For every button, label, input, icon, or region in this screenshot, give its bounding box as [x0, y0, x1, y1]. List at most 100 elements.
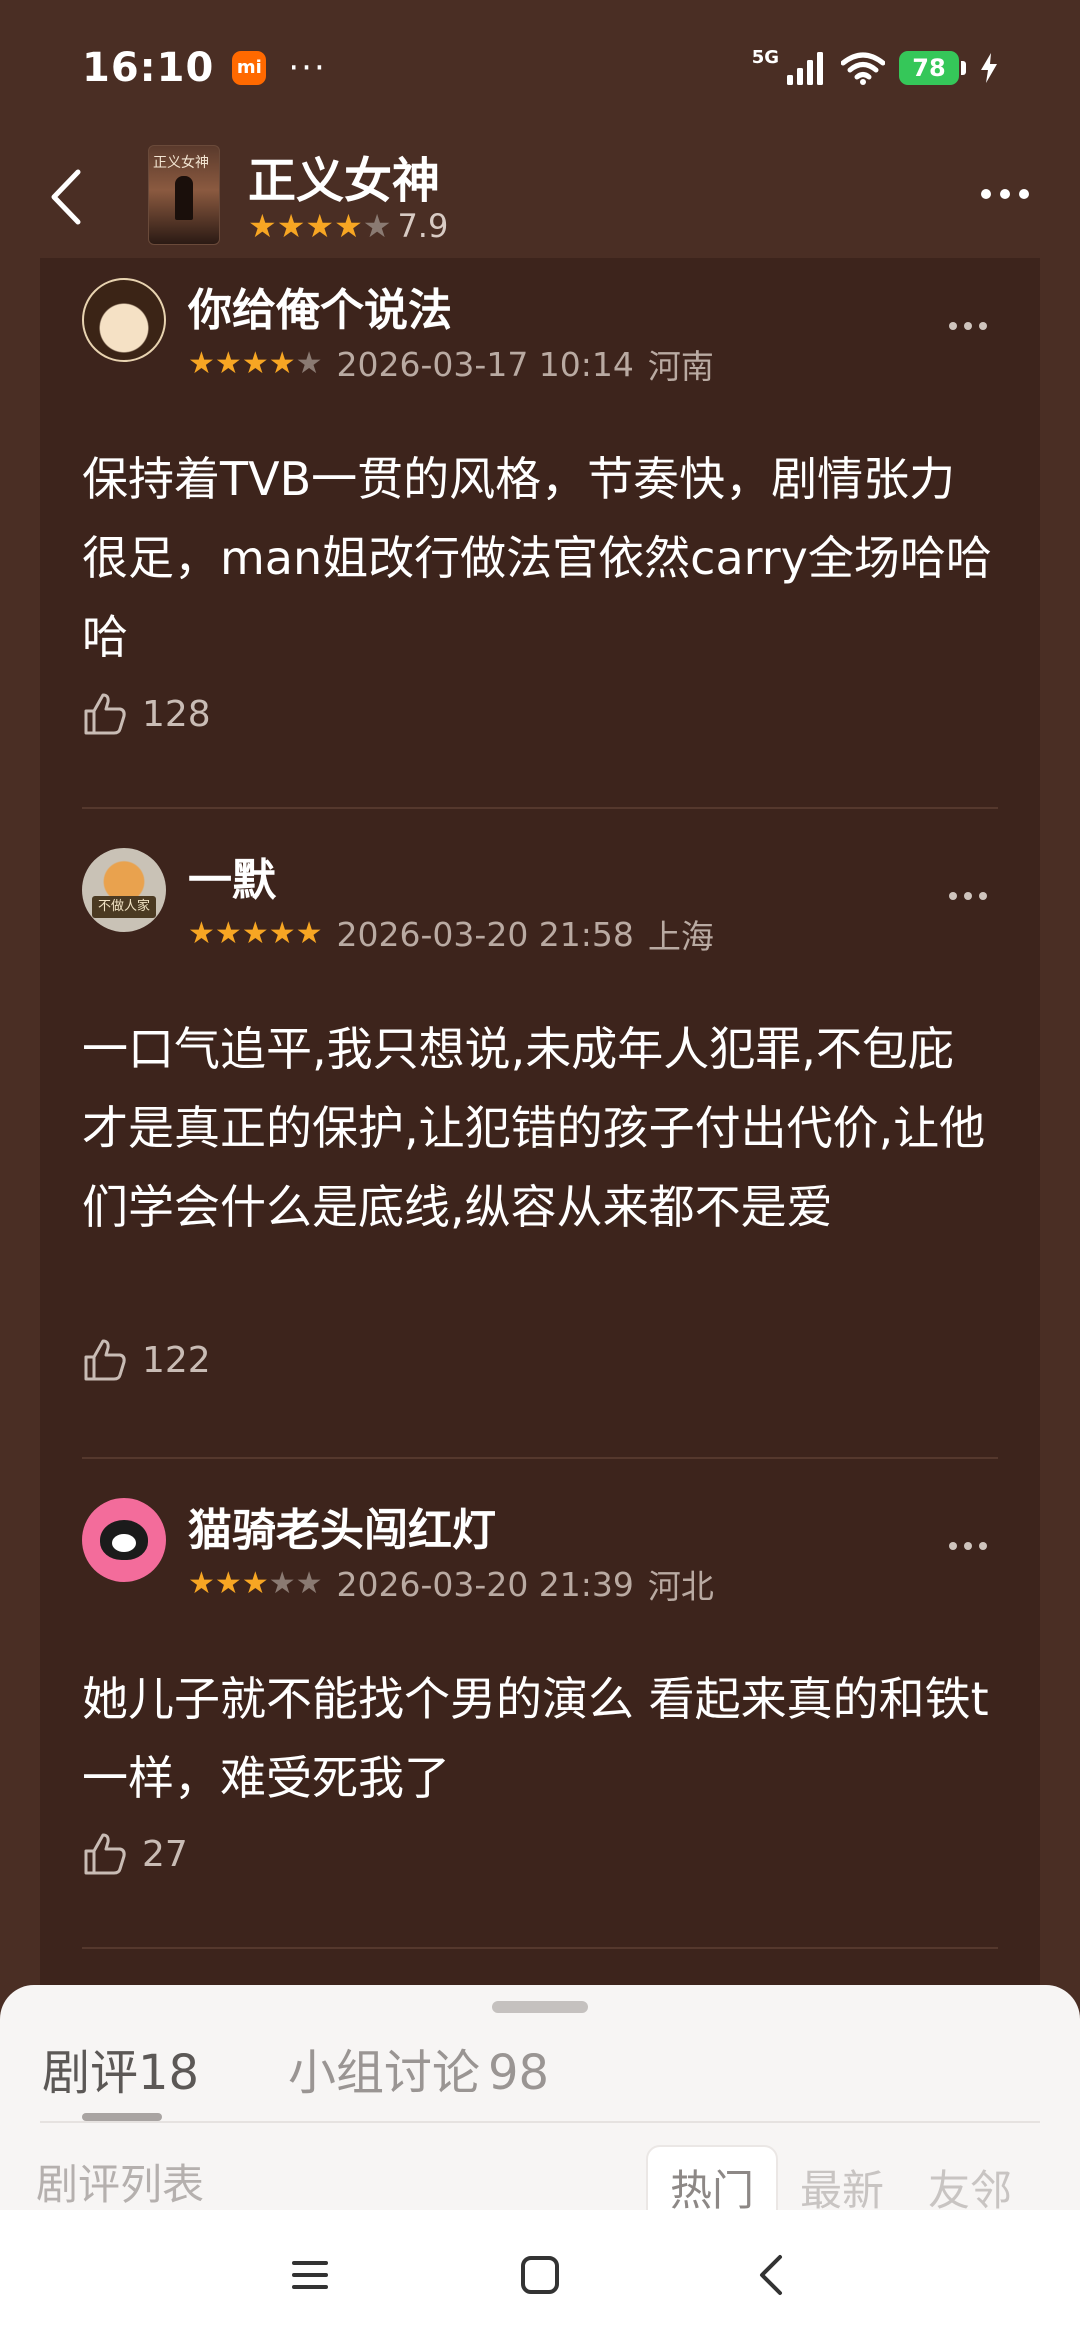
battery-cap — [961, 60, 966, 75]
thumbs-up-icon — [84, 1833, 126, 1875]
home-icon — [521, 2255, 559, 2294]
dot-icon — [1019, 189, 1029, 199]
tab-count: 98 — [488, 2045, 550, 2101]
divider — [40, 2121, 1040, 2123]
home-button[interactable] — [510, 2245, 570, 2305]
star-filled-icon: ★ — [188, 1566, 215, 1601]
like-count: 128 — [142, 693, 211, 735]
review-more-button[interactable] — [938, 1526, 998, 1566]
review-username[interactable]: 你给俺个说法 — [188, 274, 452, 338]
review-region: 河南 — [647, 347, 714, 386]
review-meta: ★ ★ ★ ★ ★ 2026-03-20 21:58 上海 — [188, 910, 714, 958]
star-filled-icon: ★ — [214, 346, 242, 381]
thumbs-up-icon — [84, 1339, 126, 1381]
review-time: 2026-03-17 10:14 — [336, 344, 634, 384]
app-header: 正义女神 正义女神 ★ ★ ★ ★ ★ 7.9 — [0, 135, 1080, 255]
review-more-button[interactable] — [938, 306, 998, 346]
star-empty-icon: ★ — [295, 1566, 323, 1601]
signal-icon — [787, 51, 823, 85]
wifi-icon — [841, 52, 885, 85]
tab-count: 18 — [138, 2045, 200, 2101]
more-notifications-indicator: ··· — [288, 47, 327, 88]
status-icons: 5G 78 — [752, 47, 998, 85]
review-region: 河北 — [647, 1567, 714, 1606]
mi-notification-icon: mi — [232, 50, 267, 85]
like-count: 27 — [142, 1833, 188, 1875]
dot-icon — [949, 1542, 957, 1550]
review-text: 一口气追平,我只想说,未成年人犯罪,不包庇才是真正的保护,让犯错的孩子付出代价,… — [82, 1022, 986, 1234]
tab-group-discussion[interactable]: 小组讨论 98 — [288, 2033, 549, 2103]
review-username[interactable]: 猫骑老头闯红灯 — [188, 1494, 496, 1558]
review-stars: ★ ★ ★ ★ ★ — [188, 349, 323, 379]
star-filled-icon: ★ — [268, 916, 296, 951]
dot-icon — [1000, 189, 1010, 199]
star-filled-icon: ★ — [248, 207, 277, 245]
charging-icon — [981, 52, 997, 83]
tab-reviews[interactable]: 剧评18 — [42, 2033, 199, 2103]
dot-icon — [949, 892, 957, 900]
review-more-button[interactable] — [938, 876, 998, 916]
star-filled-icon: ★ — [188, 346, 215, 381]
rating-score: 7.9 — [397, 207, 449, 245]
divider — [82, 1457, 998, 1459]
status-time: 16:10 — [82, 44, 215, 91]
poster-title: 正义女神 — [153, 155, 209, 171]
dot-icon — [949, 322, 957, 330]
show-rating: ★ ★ ★ ★ ★ 7.9 — [248, 207, 448, 245]
battery-level: 78 — [899, 50, 959, 85]
review-time: 2026-03-20 21:39 — [336, 1564, 634, 1604]
chevron-left-icon — [51, 169, 81, 225]
tab-label: 小组讨论 — [288, 2045, 481, 2101]
show-poster[interactable]: 正义女神 — [148, 145, 220, 245]
star-filled-icon: ★ — [241, 1566, 269, 1601]
like-button[interactable]: 27 — [82, 1831, 188, 1877]
thumbs-up-icon — [84, 693, 126, 735]
page-title: 正义女神 — [248, 153, 441, 209]
like-button[interactable]: 128 — [82, 691, 211, 737]
review-meta: ★ ★ ★ ★ ★ 2026-03-20 21:39 河北 — [188, 1560, 714, 1608]
review-list-label: 剧评列表 — [36, 2160, 205, 2209]
review-region: 上海 — [647, 917, 714, 956]
active-tab-indicator — [82, 2113, 162, 2121]
star-filled-icon: ★ — [188, 916, 215, 951]
status-bar: 16:10 mi ··· 5G 78 — [0, 0, 1080, 135]
review-stars: ★ ★ ★ ★ ★ — [188, 919, 323, 949]
review-text: 她儿子就不能找个男的演么 看起来真的和铁t一样，难受死我了 — [82, 1672, 989, 1805]
more-options-button[interactable] — [970, 169, 1040, 219]
like-count: 122 — [142, 1339, 211, 1381]
star-empty-icon: ★ — [362, 207, 392, 245]
star-filled-icon: ★ — [241, 916, 269, 951]
dot-icon — [979, 892, 987, 900]
review-username[interactable]: 一默 — [188, 844, 276, 908]
dot-icon — [979, 322, 987, 330]
cat-face — [100, 1520, 148, 1560]
like-button[interactable]: 122 — [82, 1337, 211, 1383]
star-filled-icon: ★ — [276, 207, 306, 245]
divider — [82, 807, 998, 809]
tab-label: 剧评 — [42, 2045, 139, 2101]
dot-icon — [964, 892, 972, 900]
back-button[interactable] — [30, 157, 100, 237]
review-text: 保持着TVB一贯的风格，节奏快，剧情张力很足，man姐改行做法官依然carry全… — [82, 452, 992, 664]
network-type-label: 5G — [751, 47, 779, 68]
menu-button[interactable] — [280, 2245, 340, 2305]
drag-handle[interactable] — [492, 2001, 588, 2013]
dot-icon — [964, 322, 972, 330]
system-back-button[interactable] — [740, 2245, 800, 2305]
avatar[interactable] — [82, 1498, 166, 1582]
star-filled-icon: ★ — [214, 916, 242, 951]
review-stars: ★ ★ ★ ★ ★ — [188, 1569, 323, 1599]
star-empty-icon: ★ — [268, 1566, 296, 1601]
avatar[interactable] — [82, 278, 166, 362]
star-filled-icon: ★ — [334, 207, 363, 245]
dot-icon — [964, 1542, 972, 1550]
avatar[interactable]: 不做人家 — [82, 848, 166, 932]
menu-icon — [292, 2260, 328, 2289]
review-feed[interactable]: 你给俺个说法 ★ ★ ★ ★ ★ 2026-03-17 10:14 河南 保持着TVB一… — [40, 258, 1040, 1998]
system-nav-bar — [0, 2210, 1080, 2339]
review-time: 2026-03-20 21:58 — [336, 914, 634, 954]
rating-stars: ★ ★ ★ ★ ★ — [248, 210, 391, 242]
star-filled-icon: ★ — [295, 916, 323, 951]
star-filled-icon: ★ — [305, 207, 335, 245]
back-icon — [760, 2254, 782, 2295]
